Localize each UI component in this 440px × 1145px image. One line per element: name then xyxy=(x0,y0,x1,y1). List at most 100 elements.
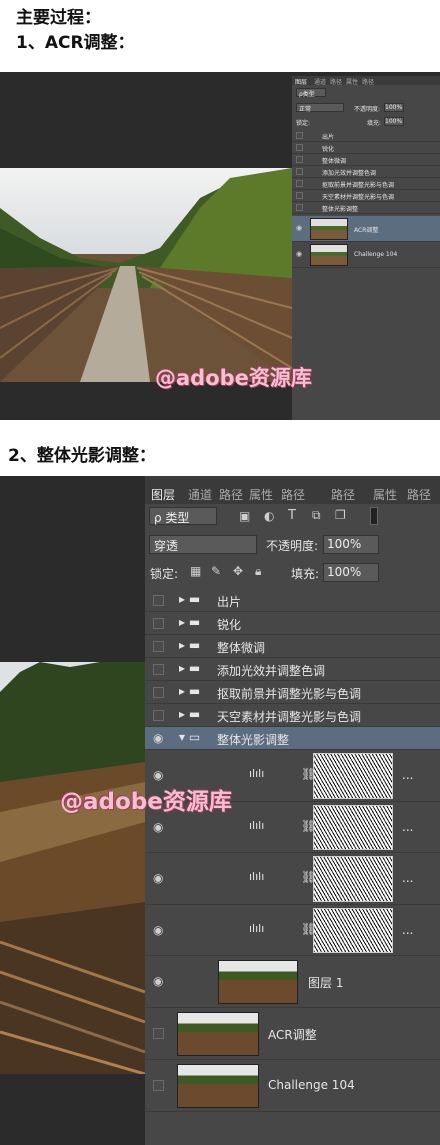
group-label: 添加光效并调整色调 xyxy=(217,664,326,678)
lock-move-icon[interactable]: ✥ xyxy=(233,564,243,578)
layer-group-0[interactable]: ▸ ▬ 出片 xyxy=(145,589,440,612)
kind-filter[interactable]: ρ 类型 xyxy=(149,507,217,525)
layer-mask-thumbnail xyxy=(313,856,393,902)
image-filter-icon[interactable]: ▣ xyxy=(239,509,250,523)
layer-group-4[interactable]: 抠取前景并调整光影与色调 xyxy=(292,178,440,190)
layer-group-3[interactable]: 添加光效并调整色调 xyxy=(292,166,440,178)
layer-1[interactable]: ◉ 图层 1 xyxy=(145,956,440,1008)
folder-icon: ▸ ▬ xyxy=(179,615,201,629)
tab-properties[interactable]: 属性 xyxy=(346,77,358,86)
more-ellipsis[interactable]: ... xyxy=(402,820,413,834)
layer-group-0[interactable]: 出片 xyxy=(292,130,440,142)
layer-thumbnail xyxy=(177,1064,259,1108)
tab-paths[interactable]: 路径 xyxy=(219,486,243,503)
group-label: 整体微调 xyxy=(217,641,266,655)
layer-group-1[interactable]: 锐化 xyxy=(292,142,440,154)
fill-input[interactable]: 100% xyxy=(323,563,379,582)
opacity-label: 不透明度: xyxy=(266,539,319,553)
layer-label: Challenge 104 xyxy=(354,251,398,258)
folder-icon: ▸ ▬ xyxy=(179,707,201,721)
eye-icon[interactable]: ◉ xyxy=(153,820,163,834)
tab-paths[interactable]: 路径 xyxy=(330,77,342,86)
layer-challenge[interactable]: ◉ Challenge 104 xyxy=(292,242,440,268)
opacity-input[interactable]: 100% xyxy=(323,535,379,554)
layer-thumbnail xyxy=(177,1012,259,1056)
watermark: @adobe资源库 xyxy=(60,789,232,815)
tab-paths-2[interactable]: 路径 xyxy=(362,77,374,86)
group-label: 整体光影调整 xyxy=(322,206,359,213)
layer-label: Challenge 104 xyxy=(268,1078,355,1092)
curves-layer-4[interactable]: ◉ ılılı ⛓︎ ... xyxy=(145,905,440,956)
kind-filter[interactable]: ρ类型 xyxy=(296,88,326,98)
fill-label: 填充: xyxy=(291,567,320,581)
layer-group-4[interactable]: ▸ ▬ 抠取前景并调整光影与色调 xyxy=(145,681,440,704)
tab-properties[interactable]: 属性 xyxy=(249,486,273,503)
tab-paths-4[interactable]: 路径 xyxy=(407,486,431,503)
lock-brush-icon[interactable]: ✎ xyxy=(211,564,221,578)
layer-group-3[interactable]: ▸ ▬ 添加光效并调整色调 xyxy=(145,658,440,681)
type-filter-icon[interactable]: T xyxy=(288,508,296,523)
watermark: @adobe资源库 xyxy=(155,366,312,390)
tab-channels[interactable]: 通道 xyxy=(314,77,326,86)
eye-icon[interactable]: ◉ xyxy=(153,923,163,937)
filter-toggle-icon[interactable] xyxy=(370,507,378,525)
layer-label: ACR调整 xyxy=(354,227,379,234)
tab-properties-2[interactable]: 属性 xyxy=(373,486,397,503)
eye-icon[interactable]: ◉ xyxy=(153,731,163,745)
layer-group-6[interactable]: ◉ ▾ ▭ 整体光影调整 xyxy=(145,727,440,750)
tab-layers[interactable]: 图层 xyxy=(295,77,307,86)
lock-all-icon[interactable]: 🔒︎ xyxy=(255,564,261,579)
eye-icon[interactable]: ◉ xyxy=(153,974,163,988)
tab-layers[interactable]: 图层 xyxy=(151,486,175,503)
eye-icon[interactable]: ◉ xyxy=(153,768,163,782)
layer-group-1[interactable]: ▸ ▬ 锐化 xyxy=(145,612,440,635)
landscape-image xyxy=(0,662,145,1074)
more-ellipsis[interactable]: ... xyxy=(402,871,413,885)
layer-group-2[interactable]: 整体微调 xyxy=(292,154,440,166)
canvas-photo xyxy=(0,662,145,1074)
curves-layer-3[interactable]: ◉ ılılı ⛓︎ ... xyxy=(145,853,440,905)
tab-channels[interactable]: 通道 xyxy=(188,486,212,503)
main-heading: 主要过程： xyxy=(16,8,101,28)
opacity-input[interactable]: 100% xyxy=(384,103,404,112)
group-label: 出片 xyxy=(322,134,335,141)
group-label: 天空素材并调整光影与色调 xyxy=(322,194,395,201)
canvas-photo xyxy=(0,168,292,382)
blend-mode-select[interactable]: 正常 xyxy=(296,103,344,113)
layer-mask-thumbnail xyxy=(313,908,393,953)
folder-open-icon: ▾ ▭ xyxy=(179,730,201,744)
folder-icon: ▸ ▬ xyxy=(179,592,201,606)
more-ellipsis[interactable]: ... xyxy=(402,923,413,937)
adjustment-filter-icon[interactable]: ◐ xyxy=(264,509,274,523)
tab-paths-2[interactable]: 路径 xyxy=(281,486,305,503)
layer-challenge[interactable]: Challenge 104 xyxy=(145,1060,440,1112)
shape-filter-icon[interactable]: ⧉ xyxy=(312,508,321,523)
more-ellipsis[interactable]: ... xyxy=(402,768,413,782)
folder-icon: ▸ ▬ xyxy=(179,638,201,652)
smart-object-filter-icon[interactable]: ❐ xyxy=(335,508,346,522)
layer-thumbnail xyxy=(310,244,348,266)
layer-group-5[interactable]: 天空素材并调整光影与色调 xyxy=(292,190,440,202)
layer-acr[interactable]: ACR调整 xyxy=(145,1008,440,1060)
eye-icon[interactable]: ◉ xyxy=(296,250,302,258)
eye-icon[interactable]: ◉ xyxy=(153,871,163,885)
layers-panel-small: 图层 通道 路径 属性 路径 ρ类型 正常 不透明度: 100% 锁定: 填充:… xyxy=(292,76,440,420)
group-label: 整体微调 xyxy=(322,158,347,165)
folder-icon: ▸ ▬ xyxy=(179,661,201,675)
fill-input[interactable]: 100% xyxy=(384,117,404,126)
blend-mode-select[interactable]: 穿透 xyxy=(149,535,257,554)
screenshot-acr: 图层 通道 路径 属性 路径 ρ类型 正常 不透明度: 100% 锁定: 填充:… xyxy=(0,72,440,420)
layer-group-5[interactable]: ▸ ▬ 天空素材并调整光影与色调 xyxy=(145,704,440,727)
tab-paths-3[interactable]: 路径 xyxy=(331,486,355,503)
layer-group-2[interactable]: ▸ ▬ 整体微调 xyxy=(145,635,440,658)
opacity-label: 不透明度: xyxy=(354,106,381,113)
curves-adjustment-icon: ılılı xyxy=(249,767,265,780)
layer-acr[interactable]: ◉ ACR调整 xyxy=(292,216,440,242)
landscape-image xyxy=(0,168,292,382)
lock-pixels-icon[interactable]: ▦ xyxy=(190,564,201,578)
layer-group-6[interactable]: 整体光影调整 xyxy=(292,202,440,214)
group-label: 出片 xyxy=(217,595,242,609)
layer-label: ACR调整 xyxy=(268,1028,317,1042)
screenshot-lighting: 图层 通道 路径 属性 路径 路径 属性 路径 ρ 类型 ▣ ◐ T ⧉ ❐ 穿… xyxy=(0,476,440,1145)
eye-icon[interactable]: ◉ xyxy=(296,224,302,232)
